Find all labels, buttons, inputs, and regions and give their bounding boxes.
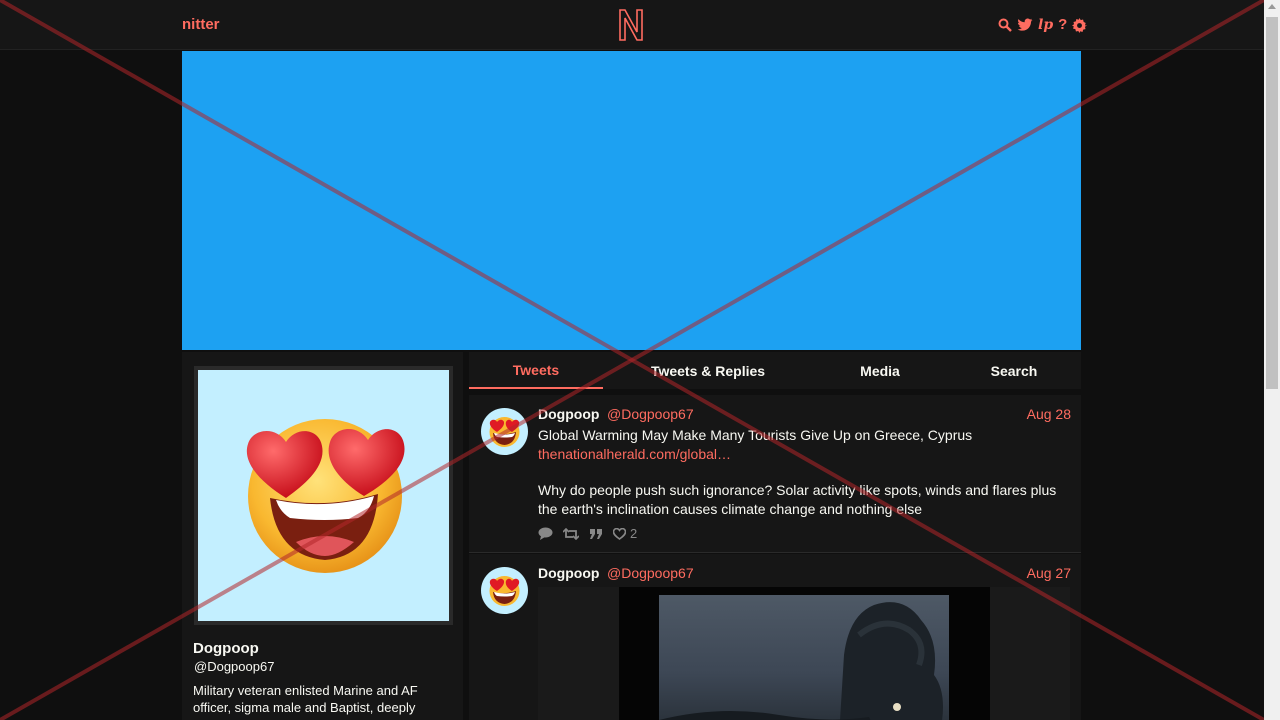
nitter-home-link[interactable]: nitter [182, 16, 220, 33]
navbar: nitter N lp ? [0, 0, 1264, 50]
scrollbar[interactable] [1264, 0, 1280, 720]
nitter-logo-icon[interactable]: N [617, 8, 645, 42]
tweet-link[interactable]: thenationalherald.com/global… [538, 445, 1068, 464]
profile-tabs: Tweets Tweets & Replies Media Search [469, 352, 1081, 389]
quote-icon[interactable] [589, 528, 603, 540]
twitter-bird-icon[interactable] [1017, 18, 1033, 32]
settings-gear-icon[interactable] [1072, 17, 1088, 33]
tweet-avatar[interactable] [481, 408, 528, 455]
tab-media[interactable]: Media [813, 352, 947, 389]
profile-bio: Military veteran enlisted Marine and AF … [193, 683, 418, 715]
tweet-date[interactable]: Aug 27 [1027, 565, 1071, 581]
reply-icon[interactable] [538, 527, 553, 540]
profile-handle[interactable]: @Dogpoop67 [194, 659, 274, 674]
tweet-text: Why do people push such ignorance? Solar… [538, 482, 1057, 517]
heart-eyes-emoji-icon [198, 370, 449, 621]
scroll-up-arrow-icon[interactable] [1268, 4, 1276, 9]
search-icon[interactable] [998, 18, 1012, 32]
profile-banner[interactable] [182, 51, 1081, 350]
tweet-author-handle[interactable]: @Dogpoop67 [607, 406, 694, 422]
tab-tweets-replies[interactable]: Tweets & Replies [603, 352, 813, 389]
help-icon[interactable]: ? [1058, 16, 1067, 34]
tab-tweets[interactable]: Tweets [469, 352, 603, 389]
profile-name[interactable]: Dogpoop [193, 640, 259, 657]
profile-card: Dogpoop @Dogpoop67 Military veteran enli… [182, 352, 463, 720]
scrollbar-thumb[interactable] [1266, 17, 1278, 389]
tweet-item[interactable]: Dogpoop @Dogpoop67 Aug 28 Global Warming… [469, 395, 1081, 553]
tweet-author-name[interactable]: Dogpoop [538, 406, 599, 422]
tweet-stats: 2 [538, 526, 637, 541]
tweet-date[interactable]: Aug 28 [1027, 406, 1071, 422]
tweet-item[interactable]: Dogpoop @Dogpoop67 Aug 27 [469, 554, 1081, 720]
profile-avatar[interactable] [194, 366, 453, 625]
timeline: Tweets Tweets & Replies Media Search Dog… [469, 352, 1081, 720]
tweet-avatar[interactable] [481, 567, 528, 614]
tab-search[interactable]: Search [947, 352, 1081, 389]
tweet-author-handle[interactable]: @Dogpoop67 [607, 565, 694, 581]
like-count: 2 [630, 526, 638, 541]
tweet-media[interactable] [538, 587, 1070, 720]
liberapay-icon[interactable]: lp [1038, 16, 1053, 34]
like-stat[interactable]: 2 [613, 526, 637, 541]
media-photo[interactable] [659, 595, 949, 720]
retweet-icon[interactable] [563, 527, 579, 540]
nav-icons: lp ? [998, 16, 1088, 34]
tweet-line: Global Warming May Make Many Tourists Gi… [538, 427, 973, 443]
tweet-author-name[interactable]: Dogpoop [538, 565, 599, 581]
heart-icon [613, 527, 626, 540]
tweet-content: Global Warming May Make Many Tourists Gi… [538, 426, 1068, 519]
media-frame [619, 587, 990, 720]
